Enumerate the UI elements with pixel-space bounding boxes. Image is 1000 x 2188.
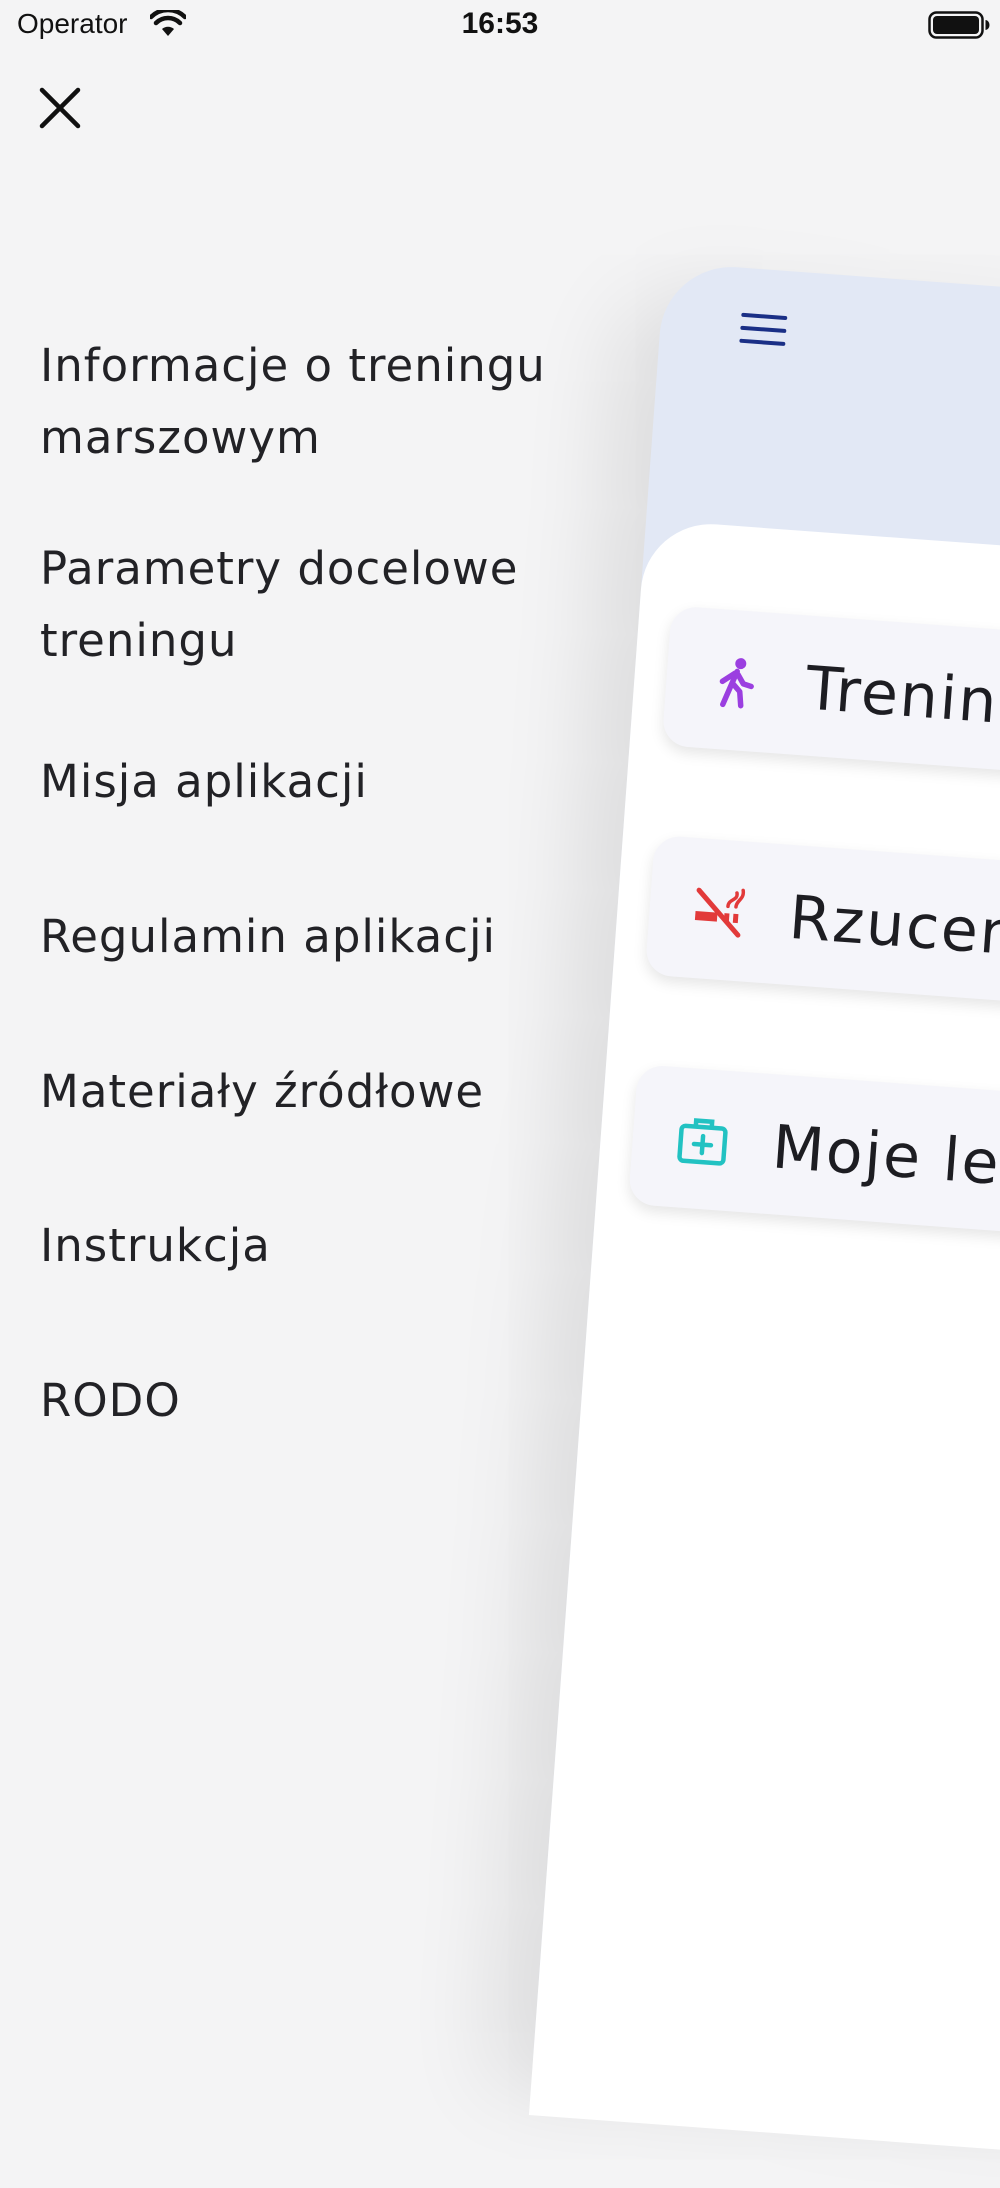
card-my-medicines[interactable]: Moje lek bbox=[627, 1064, 1000, 1270]
close-button[interactable] bbox=[38, 86, 82, 130]
menu-item-label: Instrukcja bbox=[40, 1219, 271, 1272]
menu-item-label-line2: marszowym bbox=[40, 411, 321, 464]
battery-icon bbox=[928, 11, 990, 39]
hamburger-menu-icon[interactable] bbox=[739, 312, 788, 352]
card-my-medicines-label: Moje lek bbox=[769, 1112, 1000, 1202]
menu-item-label: Regulamin aplikacji bbox=[40, 910, 496, 963]
card-training-label: Trenin bbox=[803, 653, 1000, 738]
menu-item-label-line1: Informacje o treningu bbox=[40, 339, 546, 392]
menu-item-label: RODO bbox=[40, 1374, 181, 1427]
close-icon bbox=[39, 87, 81, 129]
menu-item-app-mission[interactable]: Misja aplikacji bbox=[40, 746, 600, 818]
no-smoking-icon bbox=[694, 887, 746, 938]
walking-person-icon bbox=[719, 658, 754, 709]
card-training[interactable]: Trenin bbox=[661, 605, 1000, 811]
first-aid-kit-icon bbox=[677, 1118, 728, 1166]
status-bar: Operator 16:53 bbox=[0, 0, 1000, 52]
menu-item-walking-training-info[interactable]: Informacje o treningu marszowym bbox=[40, 330, 600, 474]
menu-item-app-terms[interactable]: Regulamin aplikacji bbox=[40, 901, 600, 973]
menu-item-label: Misja aplikacji bbox=[40, 755, 368, 808]
status-time: 16:53 bbox=[461, 7, 539, 40]
menu-item-source-materials[interactable]: Materiały źródłowe bbox=[40, 1056, 600, 1128]
menu-item-label: Materiały źródłowe bbox=[40, 1065, 485, 1118]
menu-item-rodo[interactable]: RODO bbox=[40, 1365, 600, 1437]
menu-item-label-line2: treningu bbox=[40, 614, 238, 667]
menu-item-label-line1: Parametry docelowe bbox=[40, 542, 519, 595]
menu-item-training-target-parameters[interactable]: Parametry docelowe treningu bbox=[40, 533, 600, 677]
main-screen-preview[interactable]: Trenin Rzucen Moje lek bbox=[528, 262, 1000, 2188]
card-quit-smoking-label: Rzucen bbox=[786, 882, 1000, 970]
menu-item-instructions[interactable]: Instrukcja bbox=[40, 1210, 600, 1282]
card-quit-smoking[interactable]: Rzucen bbox=[644, 834, 1000, 1041]
